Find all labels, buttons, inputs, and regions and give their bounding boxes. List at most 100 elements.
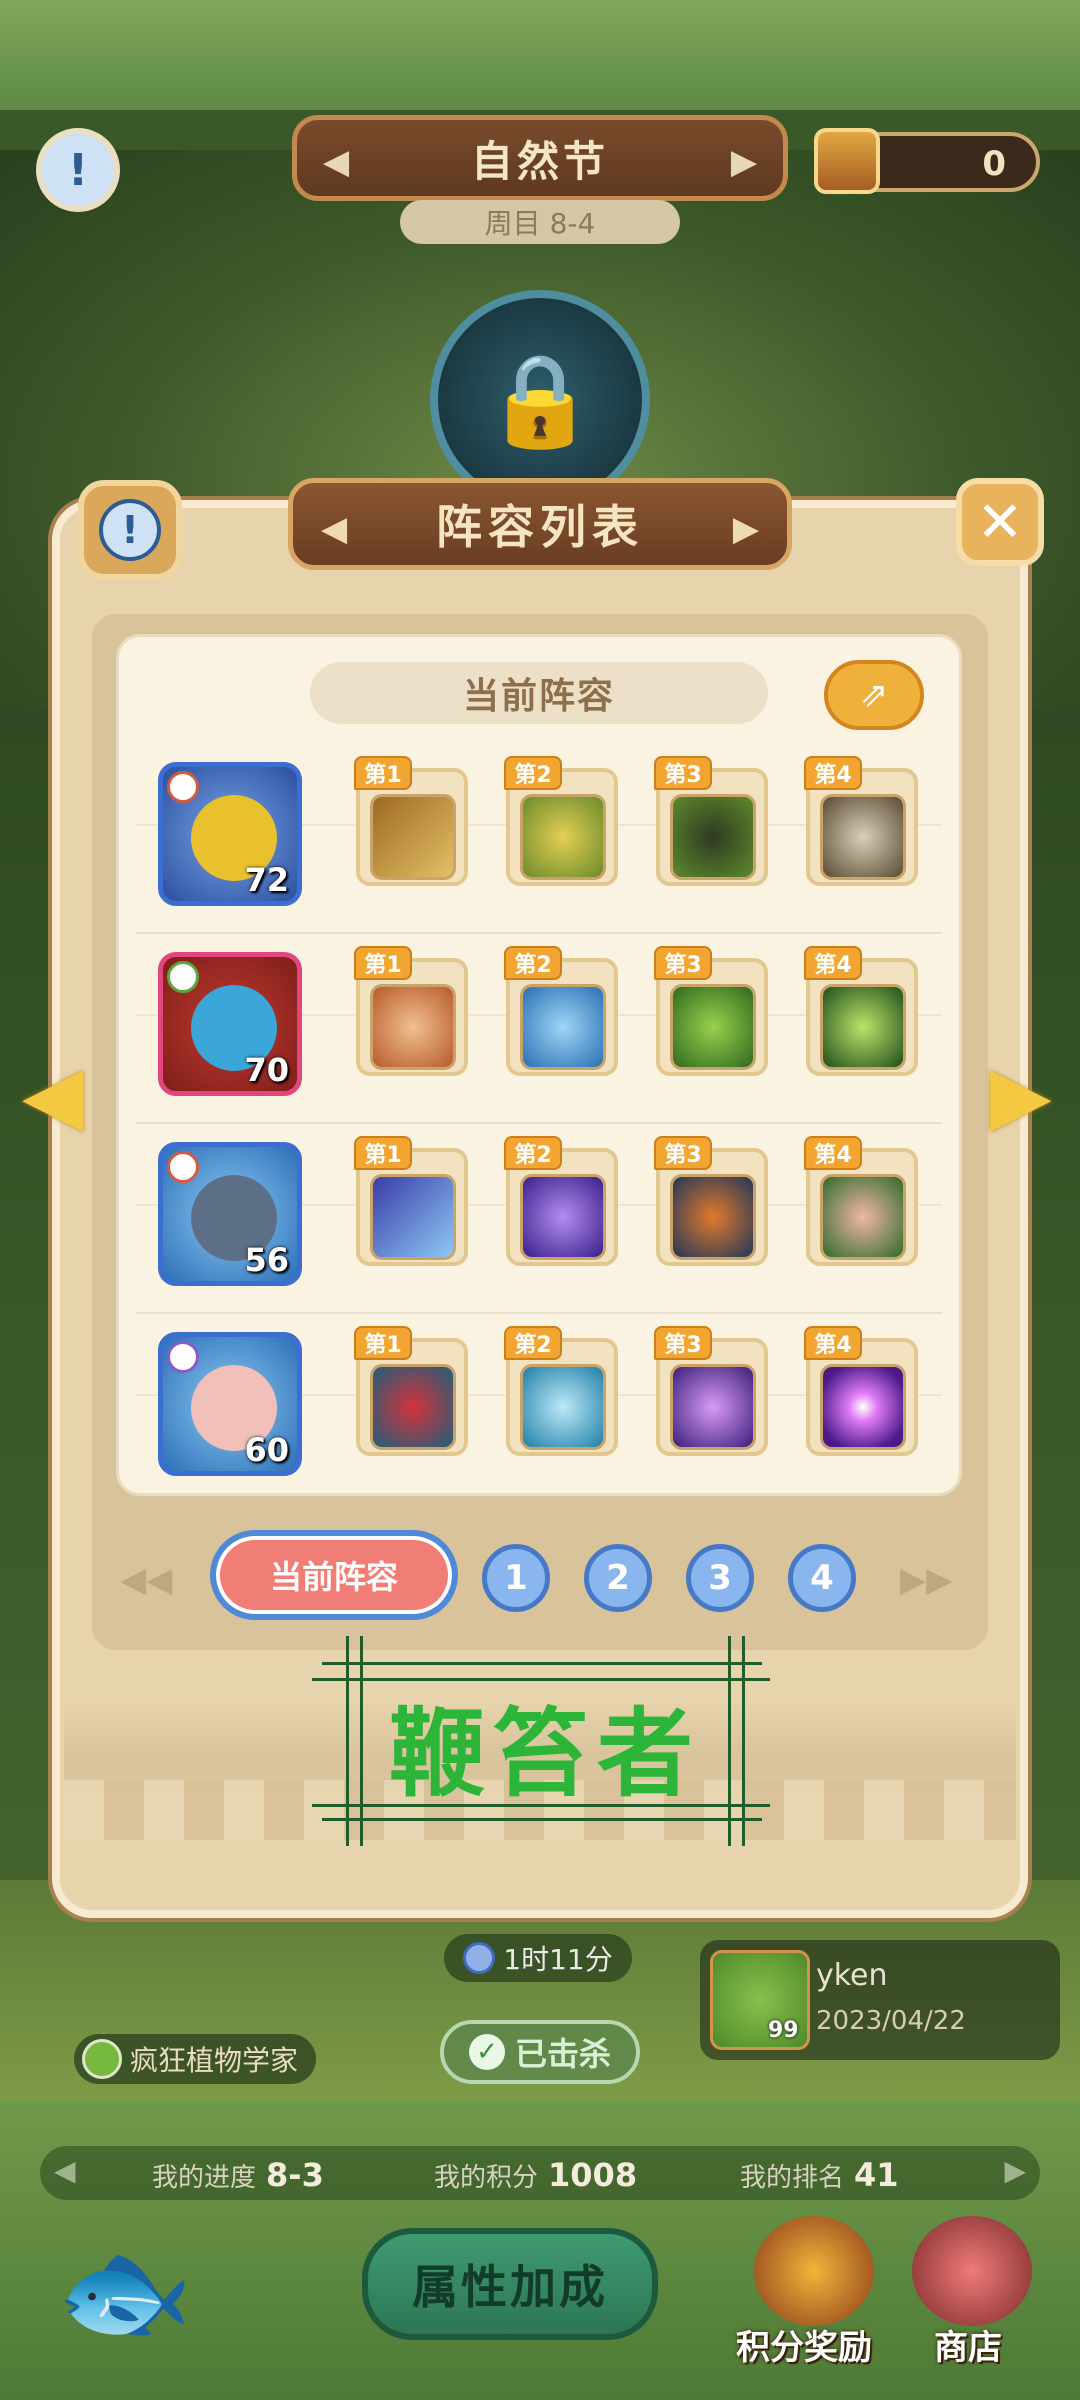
tab-current-lineup[interactable]: 当前阵容 (210, 1530, 458, 1620)
lineup-header: 当前阵容 (310, 662, 768, 724)
hero-level: 70 (244, 1051, 289, 1089)
skill-icon (670, 794, 756, 880)
tab-lineup-2[interactable]: 2 (584, 1544, 652, 1612)
skill-slot[interactable]: 第2 (504, 946, 618, 1076)
lineup-row: 72 第1 第2 第3 第4 (116, 742, 962, 934)
skill-slot[interactable]: 第2 (504, 1326, 618, 1456)
kill-record[interactable]: 99 yken 2023/04/22 (700, 1940, 1060, 2060)
timer-text: 1时11分 (503, 1943, 613, 1976)
boss-name-tag: 疯狂植物学家 (74, 2034, 317, 2084)
skill-icon (520, 1364, 606, 1450)
shop-label[interactable]: 商店 (934, 2320, 1002, 2369)
info-icon: ! (99, 499, 161, 561)
skill-slot[interactable]: 第4 (804, 1326, 918, 1456)
skill-slot[interactable]: 第1 (354, 756, 468, 886)
fish-icon[interactable]: 🐟 (56, 2236, 206, 2346)
lock-icon: 🔒 (483, 347, 597, 453)
boss-name: 疯狂植物学家 (130, 2044, 299, 2077)
top-background (0, 0, 1080, 110)
info-icon: ! (67, 144, 89, 196)
element-badge-icon (167, 771, 199, 803)
hero-portrait[interactable]: 60 (158, 1332, 302, 1476)
skill-icon (820, 794, 906, 880)
slot-tag: 第1 (354, 1326, 412, 1360)
arrow-left-icon: ◀ (22, 1048, 84, 1141)
panel-title: 阵容列表 (436, 500, 644, 554)
tab-lineup-4[interactable]: 4 (788, 1544, 856, 1612)
title-left-ornament-icon: ◀ (321, 509, 348, 549)
skill-slot[interactable]: 第3 (654, 756, 768, 886)
skill-slot[interactable]: 第3 (654, 1136, 768, 1266)
my-rank-label: 我的排名 (740, 2163, 845, 2193)
hero-level: 56 (244, 1241, 289, 1279)
stamp-border (346, 1636, 349, 1846)
slot-tag: 第1 (354, 1136, 412, 1170)
stamp-border (322, 1818, 762, 1821)
top-info-button[interactable]: ! (36, 128, 120, 212)
element-badge-icon (167, 1341, 199, 1373)
lineup-row: 60 第1 第2 第3 第4 (116, 1312, 962, 1482)
progress-left-ornament-icon: ◀ (54, 2154, 76, 2187)
hero-level: 60 (244, 1431, 289, 1469)
hero-level: 72 (244, 861, 289, 899)
shop-icon[interactable] (912, 2216, 1032, 2326)
banner-left-ornament-icon: ◀ (323, 142, 350, 182)
skill-slot[interactable]: 第1 (354, 1136, 468, 1266)
skill-slot[interactable]: 第3 (654, 946, 768, 1076)
panel-info-button[interactable]: ! (78, 480, 182, 580)
locked-chest[interactable]: 🔒 (430, 290, 650, 510)
tab-lineup-1[interactable]: 1 (482, 1544, 550, 1612)
score-reward-label[interactable]: 积分奖励 (736, 2320, 872, 2369)
slot-tag: 第1 (354, 946, 412, 980)
hero-portrait[interactable]: 70 (158, 952, 302, 1096)
skill-icon (820, 984, 906, 1070)
lineup-row: 56 第1 第2 第3 第4 (116, 1122, 962, 1314)
hero-portrait[interactable]: 56 (158, 1142, 302, 1286)
currency-value: 0 (982, 144, 1006, 184)
stamp-border (742, 1636, 745, 1846)
my-score-value: 1008 (548, 2156, 638, 2194)
event-banner: ◀ 自然节 ▶ (292, 115, 788, 201)
element-badge-icon (167, 961, 199, 993)
tab-lineup-3[interactable]: 3 (686, 1544, 754, 1612)
slot-tag: 第2 (504, 756, 562, 790)
skill-slot[interactable]: 第3 (654, 1326, 768, 1456)
skill-slot[interactable]: 第4 (804, 946, 918, 1076)
currency-counter: 0 (814, 128, 1040, 194)
chest-icon[interactable] (754, 2216, 874, 2326)
skill-slot[interactable]: 第2 (504, 756, 618, 886)
slot-tag: 第2 (504, 1136, 562, 1170)
slot-tag: 第2 (504, 946, 562, 980)
panel-title-banner: ◀ 阵容列表 ▶ (288, 478, 792, 570)
slot-tag: 第3 (654, 756, 712, 790)
arrow-right-icon: ▶ (990, 1048, 1052, 1141)
event-title: 自然节 (470, 136, 609, 186)
prev-arrow-button[interactable]: ◀ (22, 1055, 86, 1135)
skill-icon (520, 794, 606, 880)
element-badge-icon (167, 1151, 199, 1183)
watermark-stamp: 鞭笞者 (389, 1698, 701, 1810)
skill-slot[interactable]: 第1 (354, 1326, 468, 1456)
share-button[interactable]: ⇗ (824, 660, 924, 730)
skill-slot[interactable]: 第4 (804, 756, 918, 886)
player-level: 99 (768, 2018, 799, 2043)
skill-icon (670, 1174, 756, 1260)
skill-icon (370, 1364, 456, 1450)
skill-icon (820, 1364, 906, 1450)
skill-slot[interactable]: 第1 (354, 946, 468, 1076)
slot-tag: 第4 (804, 946, 862, 980)
close-button[interactable]: ✕ (956, 478, 1044, 566)
tab-right-ornament-icon: ▶▶ (900, 1560, 953, 1600)
hero-portrait[interactable]: 72 (158, 762, 302, 906)
skill-slot[interactable]: 第2 (504, 1136, 618, 1266)
skill-slot[interactable]: 第4 (804, 1136, 918, 1266)
progress-right-ornament-icon: ▶ (1004, 2154, 1026, 2187)
my-rank: 我的排名 41 (740, 2156, 899, 2194)
skill-icon (520, 1174, 606, 1260)
slot-tag: 第2 (504, 1326, 562, 1360)
attribute-bonus-button[interactable]: 属性加成 (362, 2228, 658, 2340)
timer: 1时11分 (444, 1934, 632, 1982)
slot-tag: 第4 (804, 756, 862, 790)
next-arrow-button[interactable]: ▶ (990, 1055, 1054, 1135)
skill-icon (520, 984, 606, 1070)
